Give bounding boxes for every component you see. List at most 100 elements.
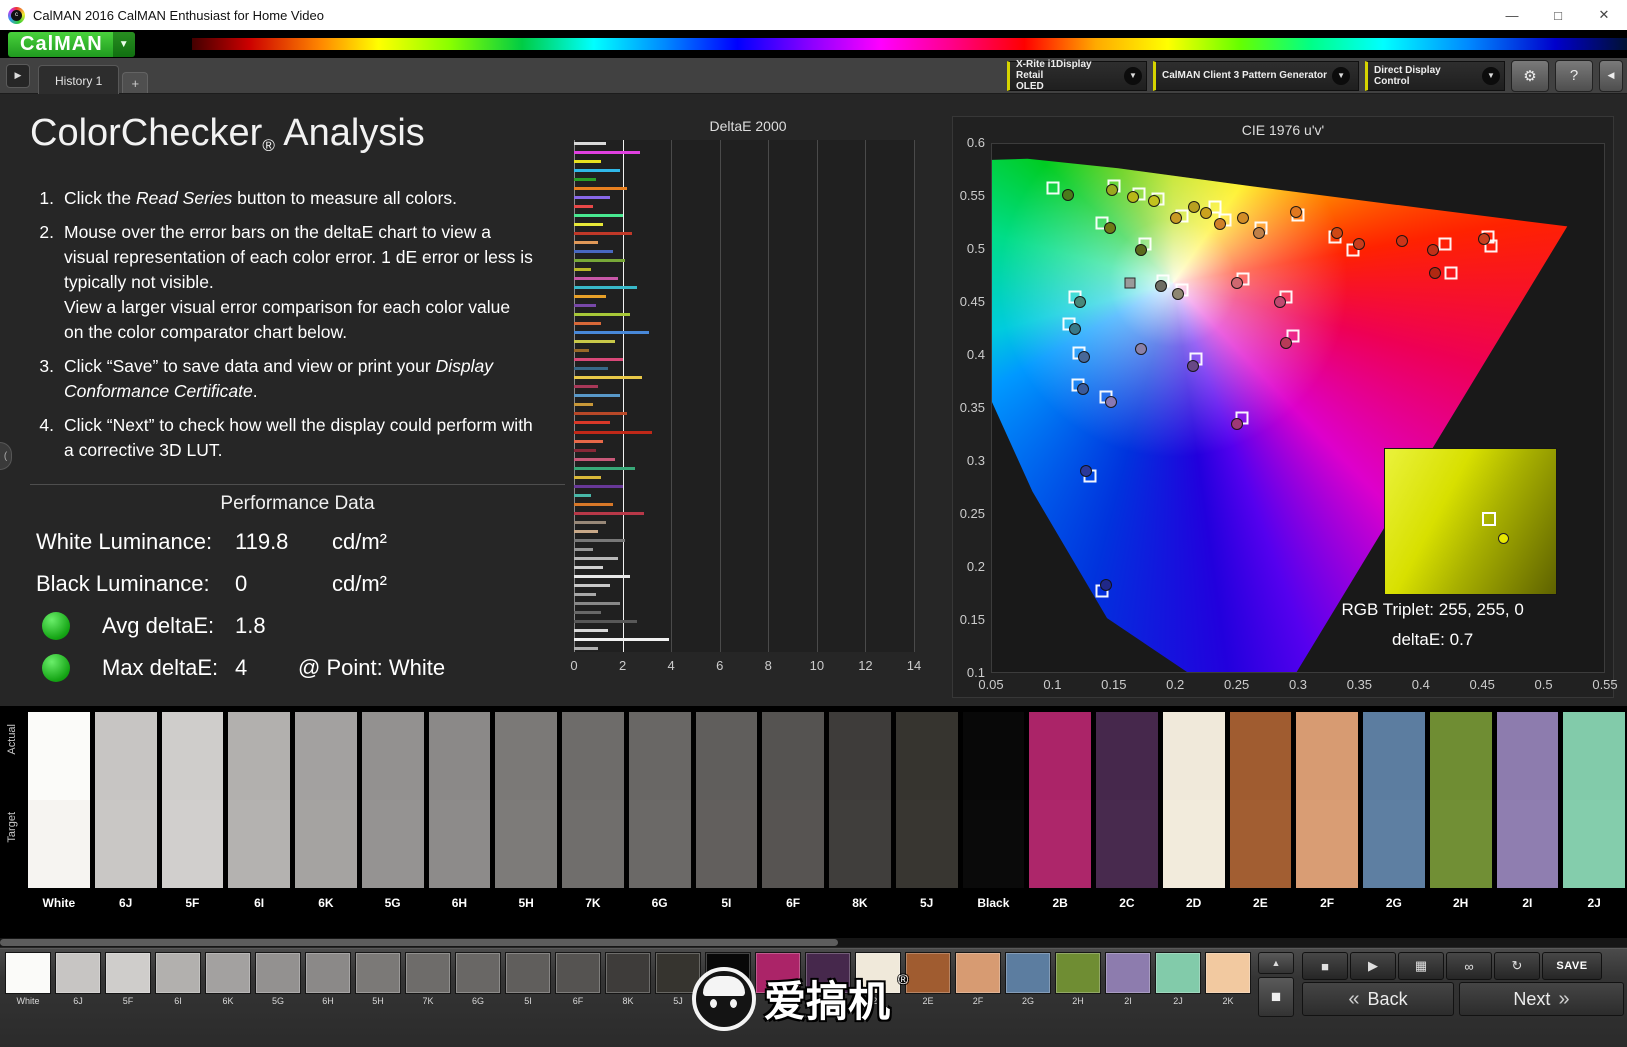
deltae-error-bar[interactable]	[574, 340, 616, 344]
toolbar-patch-button[interactable]: 8K	[604, 952, 652, 1006]
deltae-error-bar[interactable]	[574, 259, 625, 263]
cie-measured-point[interactable]	[1236, 211, 1249, 224]
pattern-generator-selector[interactable]: CalMAN Client 3 Pattern Generator ▼	[1153, 60, 1359, 91]
deltae-error-bar[interactable]	[574, 241, 599, 245]
cie-measured-point[interactable]	[1230, 277, 1243, 290]
loop-button[interactable]: ∞	[1446, 952, 1492, 980]
deltae-error-bar[interactable]	[574, 466, 635, 470]
back-button[interactable]: « Back	[1302, 982, 1454, 1016]
deltae-error-bar[interactable]	[574, 214, 623, 218]
deltae-error-bar[interactable]	[574, 520, 606, 524]
cie-measured-point[interactable]	[1105, 184, 1118, 197]
deltae-error-bar[interactable]	[574, 439, 604, 443]
toolbar-patch-button[interactable]: 6J	[54, 952, 102, 1006]
cie-measured-point[interactable]	[1103, 222, 1116, 235]
deltae-error-bar[interactable]	[574, 358, 623, 362]
toolbar-patch-button[interactable]: 2E	[904, 952, 952, 1006]
next-button[interactable]: Next »	[1459, 982, 1624, 1016]
settings-button[interactable]: ⚙	[1511, 59, 1549, 92]
cie-measured-point[interactable]	[1200, 206, 1213, 219]
cie-measured-point[interactable]	[1069, 322, 1082, 335]
toolbar-patch-button[interactable]: 7K	[404, 952, 452, 1006]
deltae-error-bar[interactable]	[574, 142, 606, 145]
deltae-error-bar[interactable]	[574, 574, 630, 578]
deltae-error-bar[interactable]	[574, 304, 596, 308]
deltae-error-bar[interactable]	[574, 196, 611, 200]
deltae-error-bar[interactable]	[574, 205, 594, 209]
deltae-error-bar[interactable]	[574, 187, 628, 191]
horizontal-scrollbar[interactable]	[0, 938, 1627, 947]
deltae-error-bar[interactable]	[574, 277, 618, 281]
close-button[interactable]: ✕	[1581, 0, 1627, 30]
cie-measured-point[interactable]	[1061, 188, 1074, 201]
deltae-error-bar[interactable]	[574, 385, 599, 389]
deltae-error-bar[interactable]	[574, 160, 601, 164]
stop-button[interactable]: ■	[1302, 952, 1348, 980]
deltae-error-bar[interactable]	[574, 619, 638, 623]
deltae-error-bar[interactable]	[574, 169, 621, 173]
deltae-error-bar[interactable]	[574, 583, 611, 587]
deltae-error-bar[interactable]	[574, 637, 669, 641]
help-button[interactable]: ?	[1555, 59, 1593, 92]
deltae-error-bar[interactable]	[574, 223, 604, 227]
minimize-button[interactable]: —	[1489, 0, 1535, 30]
cie-target-square[interactable]	[1444, 266, 1458, 280]
deltae-error-bar[interactable]	[574, 232, 633, 236]
collapse-panel-button[interactable]: ◀	[1599, 59, 1623, 92]
scrollbar-thumb[interactable]	[0, 939, 838, 946]
toolbar-patch-button[interactable]: 5F	[104, 952, 152, 1006]
cie-measured-point[interactable]	[1289, 205, 1302, 218]
deltae-error-bar[interactable]	[574, 592, 596, 596]
deltae-error-bar[interactable]	[574, 511, 645, 515]
cie-measured-point[interactable]	[1172, 287, 1185, 300]
cie-measured-point[interactable]	[1076, 382, 1089, 395]
cie-measured-point[interactable]	[1126, 190, 1139, 203]
pattern-window-button[interactable]: ■	[1258, 977, 1294, 1017]
cie-target-square[interactable]	[1438, 237, 1452, 251]
tab-history-1[interactable]: History 1	[38, 65, 120, 95]
pattern-button[interactable]: ▦	[1398, 952, 1444, 980]
deltae-error-bar[interactable]	[574, 628, 608, 632]
deltae-error-bar[interactable]	[574, 601, 621, 605]
deltae-error-bar[interactable]	[574, 178, 596, 182]
cie-measured-point[interactable]	[1147, 195, 1160, 208]
deltae-error-bar[interactable]	[574, 349, 589, 353]
cie-measured-point[interactable]	[1273, 296, 1286, 309]
toolbar-patch-button[interactable]: White	[4, 952, 52, 1006]
toolbar-patch-button[interactable]: 5I	[504, 952, 552, 1006]
deltae-error-bar[interactable]	[574, 547, 594, 551]
cie-measured-point[interactable]	[1213, 218, 1226, 231]
deltae-error-bar[interactable]	[574, 412, 628, 416]
cie-measured-point[interactable]	[1279, 336, 1292, 349]
cie-measured-point[interactable]	[1478, 233, 1491, 246]
deltae-error-bar[interactable]	[574, 646, 599, 650]
toolbar-patch-button[interactable]: 2H	[1054, 952, 1102, 1006]
maximize-button[interactable]: □	[1535, 0, 1581, 30]
toolbar-patch-button[interactable]: 6H	[304, 952, 352, 1006]
deltae-error-bar[interactable]	[574, 565, 604, 569]
deltae-error-bar[interactable]	[574, 286, 638, 290]
toolbar-patch-button[interactable]: 2J	[1154, 952, 1202, 1006]
deltae-error-bar[interactable]	[574, 367, 608, 371]
cie-measured-point[interactable]	[1135, 342, 1148, 355]
toolbar-patch-button[interactable]: 6G	[454, 952, 502, 1006]
deltae-error-bar[interactable]	[574, 493, 591, 497]
toolbar-patch-button[interactable]: 2G	[1004, 952, 1052, 1006]
cie-measured-point[interactable]	[1252, 226, 1265, 239]
deltae-error-bar[interactable]	[574, 250, 613, 254]
cie-measured-point[interactable]	[1426, 243, 1439, 256]
cie-measured-point[interactable]	[1080, 465, 1093, 478]
display-control-selector[interactable]: Direct Display Control ▼	[1365, 60, 1505, 91]
cie-measured-point[interactable]	[1396, 235, 1409, 248]
cie-measured-point[interactable]	[1099, 579, 1112, 592]
deltae-error-bar[interactable]	[574, 376, 642, 380]
toolbar-patch-button[interactable]: 5G	[254, 952, 302, 1006]
cie-measured-point[interactable]	[1331, 226, 1344, 239]
toolbar-patch-button[interactable]: 5H	[354, 952, 402, 1006]
cie-measured-point[interactable]	[1074, 296, 1087, 309]
calman-logo-menu[interactable]: CalMAN ▼	[8, 32, 135, 57]
cie-measured-point[interactable]	[1429, 266, 1442, 279]
add-tab-button[interactable]: +	[122, 72, 149, 93]
deltae-error-bar[interactable]	[574, 331, 650, 335]
deltae-error-bar[interactable]	[574, 295, 606, 299]
